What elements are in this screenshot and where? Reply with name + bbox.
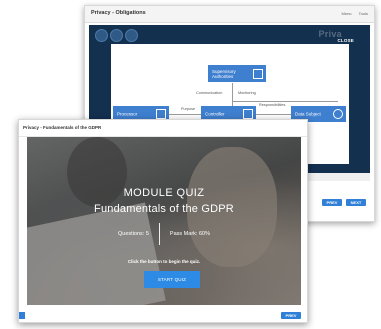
edge-label-responsibilities: Responsibilities: [259, 103, 286, 107]
node-controller-label: Controller: [205, 111, 225, 117]
pass-mark: Pass Mark: 60%: [169, 231, 210, 237]
edge-label-communication: Communication: [196, 91, 223, 95]
node-supervisory-authorities[interactable]: Supervisory Authorities: [208, 65, 266, 82]
building-icon: [253, 68, 263, 79]
back-window-title: Privacy - Obligations: [91, 10, 146, 16]
back-prev-button[interactable]: PREV: [322, 199, 342, 206]
person-icon: [333, 109, 343, 119]
start-quiz-button[interactable]: START QUIZ: [144, 271, 200, 288]
quiz-hero-image: MODULE QUIZ Fundamentals of the GDPR Que…: [27, 137, 301, 305]
screenshot-stage: Privacy - Obligations Menu Tools Priva C…: [0, 0, 381, 329]
close-button[interactable]: CLOSE: [337, 38, 354, 43]
connector-processor-controller: [169, 114, 201, 115]
node-processor-label: Processor: [117, 111, 138, 117]
back-next-button[interactable]: NEXT: [346, 199, 366, 206]
front-window-title: Privacy - Fundamentals of the GDPR: [23, 125, 102, 130]
edge-label-purpose: Purpose: [181, 107, 196, 111]
quiz-window: Privacy - Fundamentals of the GDPR MODUL…: [18, 119, 308, 323]
back-titlebar: Privacy - Obligations Menu Tools: [85, 6, 374, 23]
nav-circle-icon-3[interactable]: [125, 29, 138, 42]
front-prev-button[interactable]: PREV: [281, 312, 301, 319]
processor-icon: [156, 109, 166, 119]
nav-circle-icon-2[interactable]: [110, 29, 123, 42]
node-supervisory-label: Supervisory Authorities: [212, 68, 236, 79]
connector-responsibilities: [232, 101, 338, 102]
quiz-subheading: Fundamentals of the GDPR: [94, 203, 234, 215]
quiz-heading: MODULE QUIZ: [123, 187, 205, 199]
back-top-nav: Menu Tools: [336, 11, 368, 16]
nav-circle-icon-1[interactable]: [95, 29, 108, 42]
controller-icon: [243, 109, 253, 119]
edge-label-monitoring: Monitoring: [238, 91, 256, 95]
node-data-subject-label: Data Subject: [295, 111, 321, 117]
tools-link[interactable]: Tools: [359, 11, 368, 16]
menu-link[interactable]: Menu: [342, 11, 352, 16]
quiz-meta: Questions: 5 Pass Mark: 60%: [27, 223, 301, 245]
meta-divider: [158, 223, 160, 245]
front-left-nav-button[interactable]: [19, 312, 25, 319]
front-titlebar: Privacy - Fundamentals of the GDPR: [19, 120, 307, 137]
quiz-instruction: Click the button to begin the quiz.: [127, 259, 201, 264]
questions-count: Questions: 5: [118, 231, 149, 237]
